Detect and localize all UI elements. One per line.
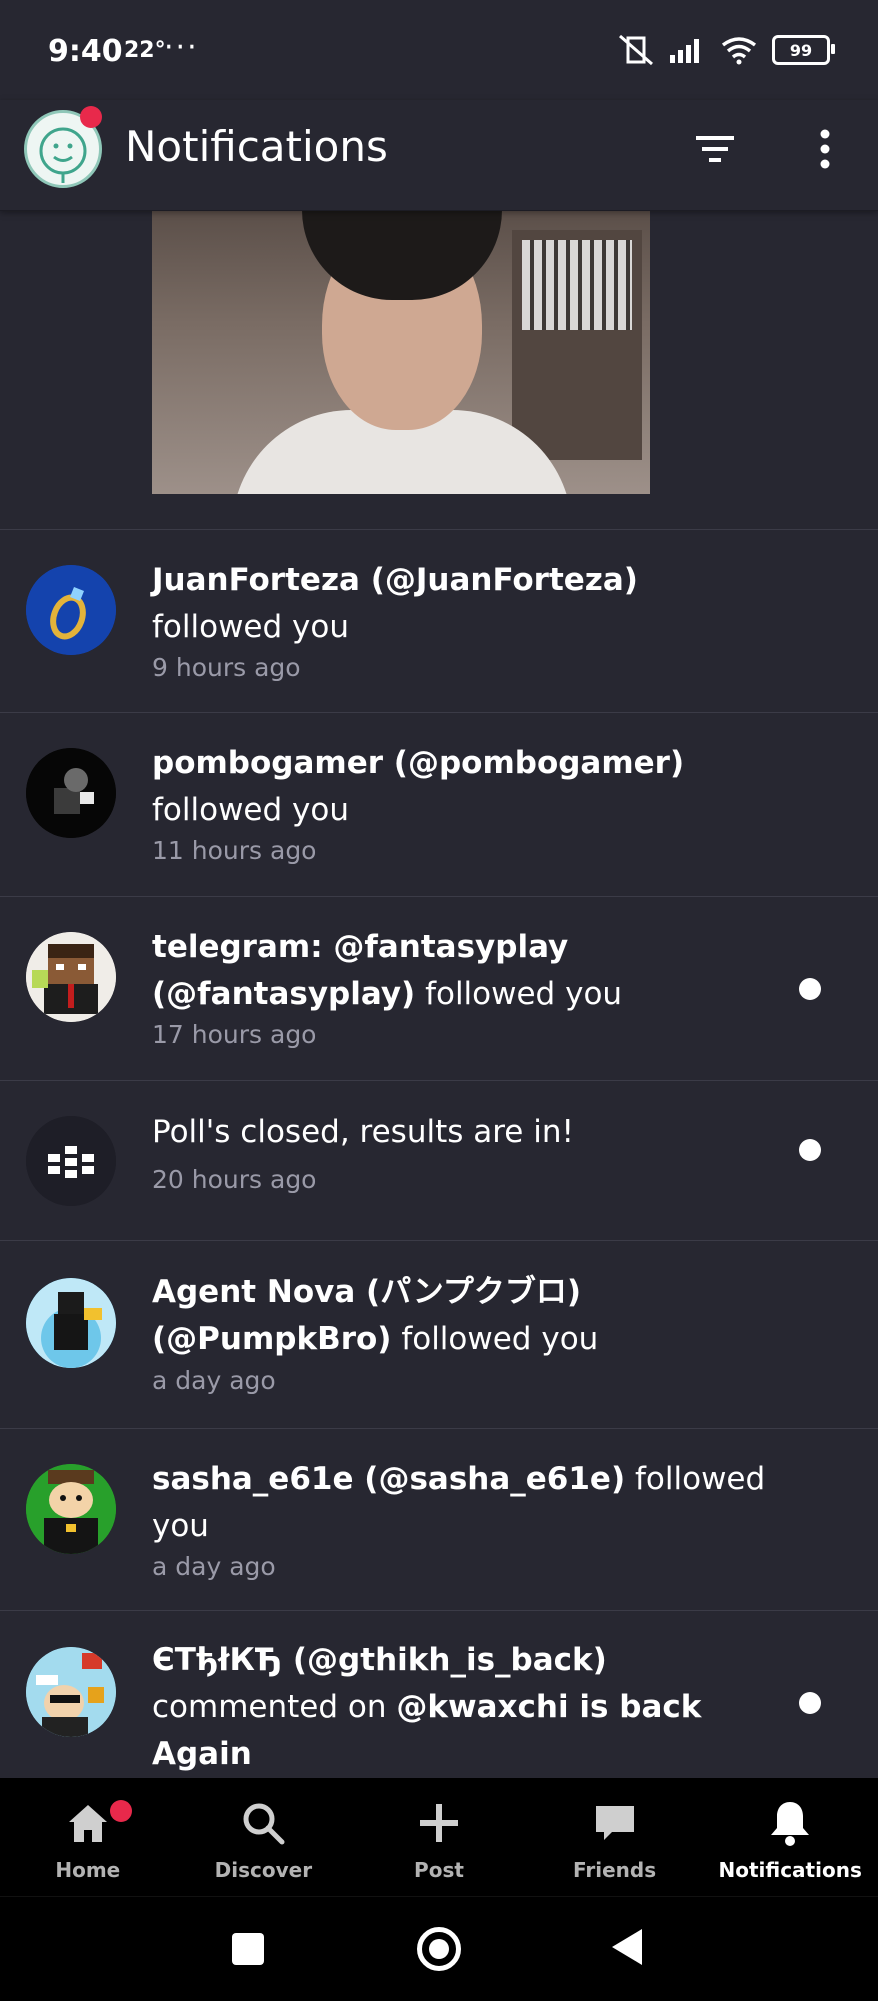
unread-indicator: [799, 1139, 821, 1161]
notification-user[interactable]: sasha_e61e (@sasha_e61e): [152, 1461, 625, 1497]
nav-home[interactable]: Home: [0, 1778, 176, 1896]
notification-action: Poll's closed, results are in!: [152, 1114, 574, 1150]
notification-text: sasha_e61e (@sasha_e61e) followed you: [152, 1456, 772, 1550]
notification-item[interactable]: Poll's closed, results are in! 20 hours …: [0, 1081, 878, 1241]
mute-vibrate-icon: [619, 34, 653, 66]
status-bar: 9:40 22° ··· 99: [0, 0, 878, 100]
status-temperature: 22°: [124, 38, 166, 63]
page-title: Notifications: [125, 122, 388, 171]
home-notification-badge: [110, 1800, 132, 1822]
home-icon: [68, 1805, 107, 1842]
notification-time: 17 hours ago: [152, 1020, 317, 1049]
notification-time: 11 hours ago: [152, 836, 317, 865]
avatar[interactable]: [26, 932, 116, 1022]
recent-apps-button[interactable]: [232, 1933, 264, 1965]
avatar[interactable]: [26, 1464, 116, 1554]
home-button[interactable]: [417, 1927, 461, 1971]
app-header: Notifications: [0, 100, 878, 211]
plus-icon: [419, 1804, 458, 1842]
poll-icon: [26, 1116, 116, 1206]
notification-list: JuanForteza (@JuanForteza) followed you …: [0, 530, 878, 1811]
nav-friends[interactable]: Friends: [527, 1778, 703, 1896]
video-thumbnail[interactable]: [152, 210, 650, 494]
search-icon: [243, 1803, 285, 1845]
notification-action: followed you: [425, 976, 623, 1012]
notification-item[interactable]: pombogamer (@pombogamer) followed you 11…: [0, 713, 878, 897]
notification-item[interactable]: JuanForteza (@JuanForteza) followed you …: [0, 530, 878, 713]
bottom-navigation: Home Discover Post Friends Notifications: [0, 1778, 878, 1896]
logo-notification-badge: [80, 106, 102, 128]
avatar[interactable]: [26, 1116, 116, 1206]
wifi-icon: [721, 37, 757, 65]
nav-friends-label: Friends: [573, 1858, 657, 1882]
notification-action: followed you: [152, 609, 349, 645]
nav-discover-label: Discover: [214, 1858, 313, 1882]
avatar[interactable]: [26, 748, 116, 838]
battery-level: 99: [789, 40, 813, 60]
battery-icon: 99: [772, 35, 835, 65]
notification-text: Agent Nova (パンプクブロ) (@PumpkBro) followed…: [152, 1269, 772, 1363]
notification-time: a day ago: [152, 1552, 276, 1581]
status-time: 9:40: [48, 34, 123, 69]
notification-action: followed you: [401, 1321, 599, 1357]
notification-text: pombogamer (@pombogamer) followed you: [152, 740, 772, 834]
more-options-button[interactable]: [800, 124, 850, 174]
status-icons: 99: [618, 34, 835, 66]
more-vertical-icon: [820, 129, 830, 169]
notification-item[interactable]: Agent Nova (パンプクブロ) (@PumpkBro) followed…: [0, 1241, 878, 1429]
nav-notifications[interactable]: Notifications: [702, 1778, 878, 1896]
system-navigation-bar: [0, 1896, 878, 2001]
avatar[interactable]: [26, 565, 116, 655]
notification-text: ЄТђłКЂ (@gthikh_is_back) commented on @k…: [152, 1637, 772, 1778]
notification-text: Poll's closed, results are in!: [152, 1109, 772, 1156]
nav-post[interactable]: Post: [351, 1778, 527, 1896]
notification-user[interactable]: ЄТђłКЂ (@gthikh_is_back): [152, 1642, 607, 1678]
notification-item[interactable]: sasha_e61e (@sasha_e61e) followed you a …: [0, 1429, 878, 1611]
signal-icon: [670, 39, 699, 63]
notification-time: 20 hours ago: [152, 1165, 317, 1194]
filter-button[interactable]: [690, 124, 740, 174]
notification-user[interactable]: JuanForteza (@JuanForteza): [152, 562, 638, 598]
notification-item[interactable]: telegram: @fantasyplay (@fantasyplay) fo…: [0, 897, 878, 1081]
back-button[interactable]: [612, 1929, 642, 1965]
nav-post-label: Post: [414, 1858, 464, 1882]
unread-indicator: [799, 1692, 821, 1714]
notification-action: commented on: [152, 1689, 387, 1725]
unread-indicator: [799, 978, 821, 1000]
notification-time: a day ago: [152, 1366, 276, 1395]
nav-home-label: Home: [55, 1858, 121, 1882]
chat-bubble-icon: [595, 1806, 634, 1840]
avatar[interactable]: [26, 1647, 116, 1737]
filter-icon: [696, 136, 734, 162]
nav-notifications-label: Notifications: [718, 1858, 862, 1882]
avatar[interactable]: [26, 1278, 116, 1368]
nav-discover[interactable]: Discover: [176, 1778, 352, 1896]
notification-user[interactable]: pombogamer (@pombogamer): [152, 745, 684, 781]
notification-text: JuanForteza (@JuanForteza) followed you: [152, 557, 772, 651]
notification-text: telegram: @fantasyplay (@fantasyplay) fo…: [152, 924, 772, 1018]
notification-action: followed you: [152, 792, 349, 828]
bell-icon: [771, 1802, 810, 1846]
notification-time: 9 hours ago: [152, 653, 301, 682]
status-more-dots: ···: [164, 30, 199, 65]
